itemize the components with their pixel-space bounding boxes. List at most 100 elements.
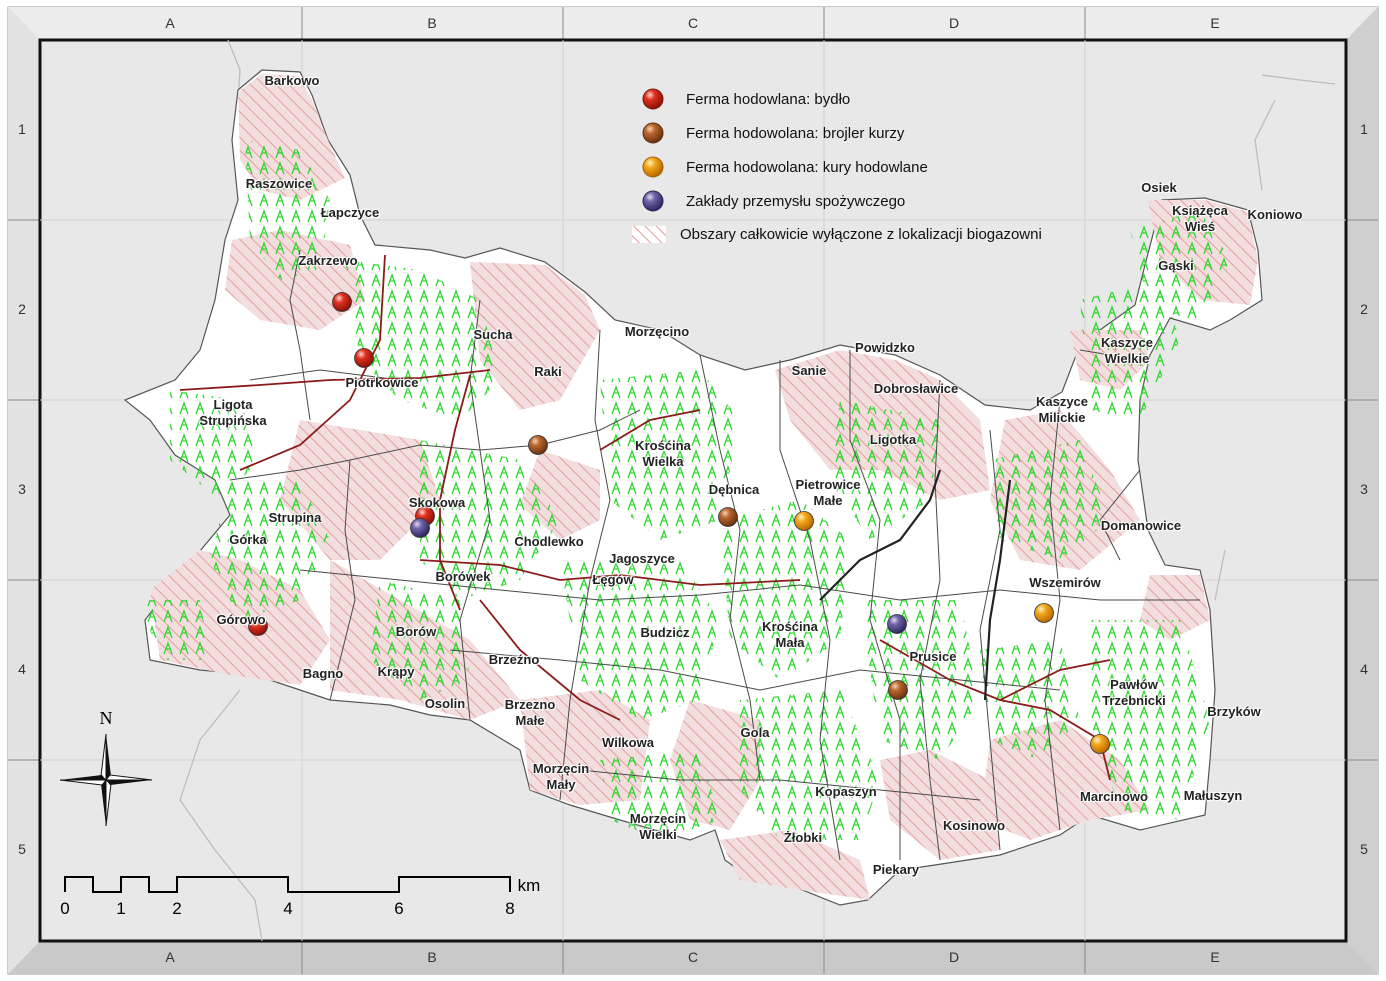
place-label: Zakrzewo: [298, 253, 358, 268]
grid-row-label-left-5: 5: [18, 841, 26, 857]
grid-col-label-top-d: D: [948, 15, 960, 31]
place-label: Wilkowa: [602, 735, 654, 750]
broiler-facility-marker: [887, 679, 909, 701]
grid-row-label-right-5: 5: [1360, 841, 1368, 857]
legend-label: Obszary całkowicie wyłączone z lokalizac…: [680, 225, 1042, 243]
legend-label: Zakłady przemysłu spożywczego: [686, 192, 906, 210]
place-label: Prusice: [909, 649, 957, 664]
map-figure: A B C D E A B C D E 1 2 3 4 5 1 2 3 4 5 …: [0, 0, 1386, 981]
scale-tick-0: 0: [60, 899, 70, 918]
legend-label: Ferma hodowolana: kury hodowlane: [686, 158, 928, 176]
grid-row-label-left-1: 1: [18, 121, 26, 137]
excluded-area-hatch-icon: [632, 223, 666, 245]
scale-tick-8: 8: [505, 899, 515, 918]
place-label: Książęca Wieś: [1172, 203, 1228, 234]
legend-item-food-industry: Zakłady przemysłu spożywczego: [640, 187, 905, 215]
place-label: Morzęcino: [624, 324, 690, 339]
grid-row-label-left-4: 4: [18, 661, 26, 677]
legend-item-laying-hens: Ferma hodowolana: kury hodowlane: [640, 153, 928, 181]
scale-tick-4: 4: [283, 899, 293, 918]
place-label: Piotrkowice: [345, 375, 419, 390]
grid-row-label-right-4: 4: [1360, 661, 1368, 677]
grid-col-label-bottom-e: E: [1210, 949, 1220, 965]
place-label: Domanowice: [1100, 518, 1182, 533]
grid-col-label-top-c: C: [687, 15, 699, 31]
grid-col-label-bottom-b: B: [427, 949, 437, 965]
grid-row-label-right-1: 1: [1360, 121, 1368, 137]
place-label: Kopaszyn: [815, 784, 877, 799]
place-label: Jagoszyce: [609, 551, 675, 566]
legend-item-broiler: Ferma hodowolana: brojler kurzy: [640, 119, 904, 147]
place-label: Łęgów: [592, 572, 634, 587]
cattle-farm-marker-icon: [640, 88, 666, 110]
place-label: Osolin: [424, 696, 466, 711]
broiler-facility-marker: [527, 434, 549, 456]
place-label: Łapczyce: [320, 205, 380, 220]
place-label: Wszemirów: [1029, 575, 1101, 590]
place-label: Brzezno Małe: [504, 697, 556, 728]
cattle-facility-marker: [331, 291, 353, 313]
place-label: Borów: [395, 624, 437, 639]
grid-row-label-right-3: 3: [1360, 481, 1368, 497]
compass-rose-icon: [59, 733, 153, 827]
place-label: Borówek: [435, 569, 491, 584]
place-label: Małuszyn: [1183, 788, 1243, 803]
place-label: Górka: [229, 532, 267, 547]
grid-col-label-bottom-d: D: [948, 949, 960, 965]
grid-col-label-top-e: E: [1210, 15, 1220, 31]
place-label: Brzeźno: [488, 652, 540, 667]
place-label: Skokowa: [408, 495, 466, 510]
place-label: Gola: [740, 725, 770, 740]
place-label: Brzyków: [1207, 704, 1261, 719]
scale-tick-1: 1: [116, 899, 126, 918]
cattle-facility-marker: [353, 347, 375, 369]
place-label: Strupina: [268, 510, 322, 525]
food-industry-facility-marker: [409, 517, 431, 539]
place-label: Raki: [534, 364, 562, 379]
place-label: Krośćina Wielka: [635, 438, 691, 469]
legend-item-excluded-areas: Obszary całkowicie wyłączone z lokalizac…: [632, 220, 1042, 248]
place-label: Sanie: [791, 363, 827, 378]
scale-tick-6: 6: [394, 899, 404, 918]
place-label: Kaszyce Milickie: [1035, 394, 1089, 425]
grid-row-label-left-2: 2: [18, 301, 26, 317]
place-label: Powidzko: [855, 340, 915, 355]
place-label: Kosinowo: [942, 818, 1006, 833]
north-arrow: N: [58, 708, 154, 828]
laying-hens-facility-marker: [793, 510, 815, 532]
laying-hens-facility-marker: [1089, 733, 1111, 755]
place-label: Marcinowo: [1080, 789, 1148, 804]
grid-col-label-bottom-c: C: [687, 949, 699, 965]
laying-hen-farm-marker-icon: [640, 156, 666, 178]
grid-col-label-top-a: A: [165, 15, 175, 31]
place-label: Piekary: [872, 862, 920, 877]
place-label: Kaszyce Wielkie: [1100, 335, 1154, 366]
broiler-farm-marker-icon: [640, 122, 666, 144]
place-label: Morzęcin Wielki: [629, 811, 687, 842]
place-label: Barkowo: [264, 73, 320, 88]
place-label: Gąski: [1158, 258, 1194, 273]
place-label: Krośćina Mała: [762, 619, 818, 650]
scale-bar-graphic: [64, 876, 511, 893]
place-label: Dębnica: [708, 482, 760, 497]
place-label: Krąpy: [377, 664, 415, 679]
grid-col-label-top-b: B: [427, 15, 437, 31]
place-label: Górowo: [216, 612, 266, 627]
place-label: Chodlewko: [514, 534, 584, 549]
broiler-facility-marker: [717, 506, 739, 528]
legend-label: Ferma hodowolana: brojler kurzy: [686, 124, 905, 142]
grid-col-label-bottom-a: A: [165, 949, 175, 965]
scale-tick-2: 2: [172, 899, 182, 918]
map-canvas: [7, 6, 1379, 975]
place-label: Osiek: [1141, 180, 1177, 195]
place-label: Budzicz: [640, 625, 690, 640]
place-label: Żłobki: [783, 830, 823, 845]
place-label: Pawłów Trzebnicki: [1102, 677, 1166, 708]
grid-row-label-right-2: 2: [1360, 301, 1368, 317]
place-label: Sucha: [473, 327, 513, 342]
food-industry-facility-marker: [886, 613, 908, 635]
place-label: Raszowice: [245, 176, 313, 191]
legend-label: Ferma hodowlana: bydło: [686, 90, 851, 108]
place-label: Dobrosławice: [873, 381, 959, 396]
place-label: Koniowo: [1247, 207, 1303, 222]
